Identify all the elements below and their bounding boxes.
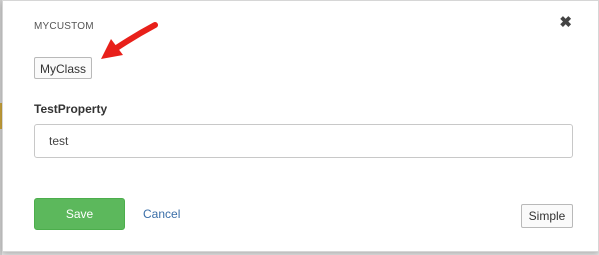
class-badge[interactable]: MyClass bbox=[34, 57, 93, 79]
dialog-title: MYCUSTOM bbox=[34, 21, 94, 32]
close-icon[interactable]: ✖ bbox=[559, 15, 572, 30]
edit-dialog: MYCUSTOM ✖ MyClass TestProperty Save Can… bbox=[2, 0, 599, 252]
annotation-arrow-icon bbox=[101, 22, 158, 59]
cancel-link[interactable]: Cancel bbox=[143, 207, 180, 221]
simple-mode-button[interactable]: Simple bbox=[521, 204, 573, 228]
field-label-testproperty: TestProperty bbox=[34, 102, 108, 116]
save-button[interactable]: Save bbox=[34, 198, 125, 230]
testproperty-input[interactable] bbox=[34, 124, 573, 158]
